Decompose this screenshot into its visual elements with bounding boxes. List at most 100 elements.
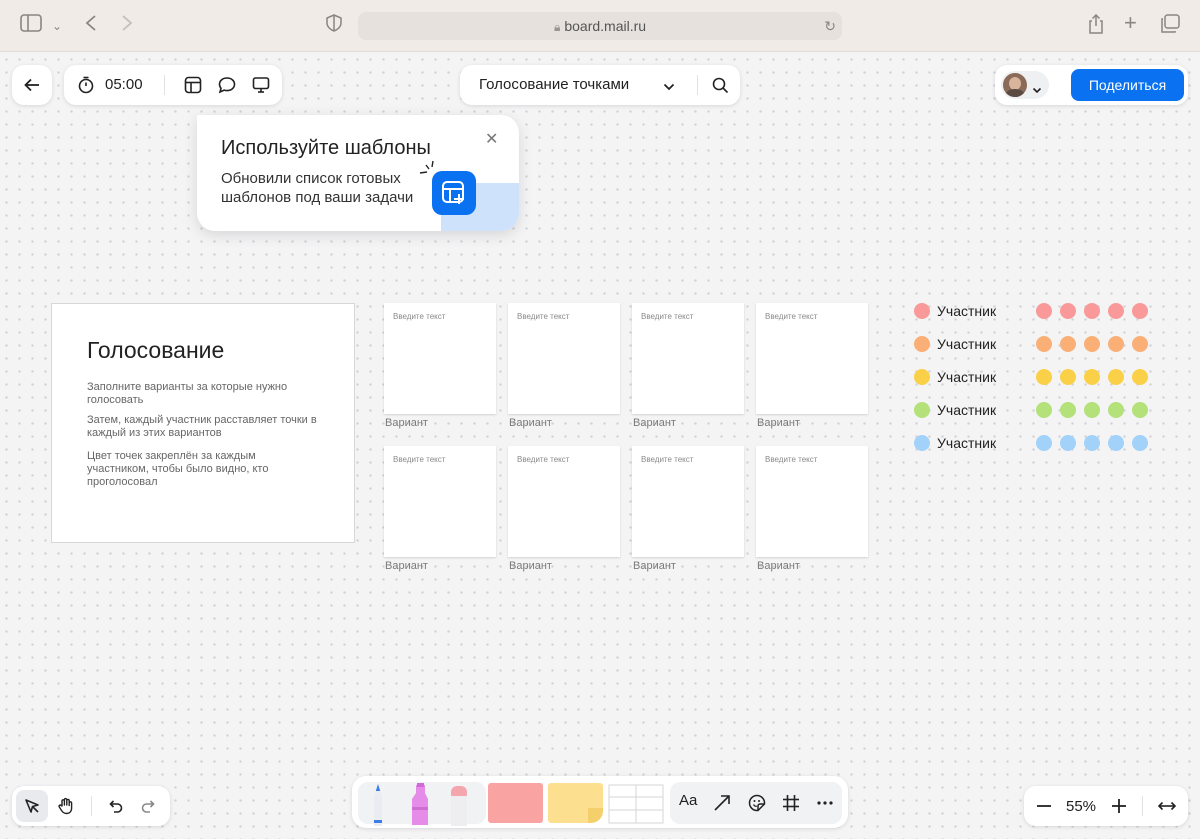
lock-icon: 🔒︎	[553, 20, 561, 34]
back-nav-icon[interactable]	[84, 14, 98, 38]
variant-card[interactable]: Введите текст	[508, 446, 620, 557]
vote-dot[interactable]	[1108, 402, 1124, 418]
timer-icon[interactable]	[72, 71, 100, 99]
add-template-icon	[432, 171, 476, 215]
variant-label: Вариант	[633, 417, 676, 429]
back-button[interactable]	[12, 65, 52, 105]
vote-dot[interactable]	[1036, 369, 1052, 385]
new-tab-icon[interactable]: +	[1124, 11, 1137, 35]
participant-name: Участник	[937, 303, 997, 319]
sidebar-toggle-icon[interactable]	[20, 14, 42, 38]
card-placeholder: Введите текст	[517, 312, 570, 321]
variant-card[interactable]: Введите текст	[632, 303, 744, 414]
vote-dot[interactable]	[1060, 402, 1076, 418]
comments-icon[interactable]	[213, 71, 241, 99]
card-placeholder: Введите текст	[641, 455, 694, 464]
frame-icon[interactable]	[777, 789, 805, 817]
vote-dot[interactable]	[1084, 435, 1100, 451]
board-canvas[interactable]: 05:00 Голосование точками Поделиться Исп…	[0, 53, 1200, 839]
vote-dot[interactable]	[1036, 402, 1052, 418]
hand-icon[interactable]	[52, 792, 80, 820]
text-tool[interactable]: Aa	[679, 792, 697, 809]
address-bar[interactable]: 🔒︎ board.mail.ru ↻	[358, 12, 842, 40]
chevron-down-icon[interactable]	[663, 78, 675, 96]
templates-icon[interactable]	[179, 71, 207, 99]
eraser-tool-icon[interactable]	[446, 782, 472, 826]
vote-dot[interactable]	[1108, 435, 1124, 451]
presentation-icon[interactable]	[247, 71, 275, 99]
vote-dot[interactable]	[1132, 336, 1148, 352]
more-icon[interactable]	[811, 789, 839, 817]
vote-dot[interactable]	[1060, 435, 1076, 451]
divider	[697, 75, 698, 95]
variant-card[interactable]: Введите текст	[756, 446, 868, 557]
card-placeholder: Введите текст	[765, 312, 818, 321]
voting-description-1: Заполните варианты за которые нужно голо…	[87, 381, 288, 406]
variant-label: Вариант	[509, 417, 552, 429]
vote-dot[interactable]	[1132, 369, 1148, 385]
vote-dot[interactable]	[1084, 402, 1100, 418]
zoom-level[interactable]: 55%	[1066, 798, 1096, 815]
vote-dot[interactable]	[1108, 369, 1124, 385]
vote-dot[interactable]	[1060, 303, 1076, 319]
variant-card[interactable]: Введите текст	[632, 446, 744, 557]
vote-dot[interactable]	[1108, 303, 1124, 319]
undo-icon[interactable]	[101, 792, 129, 820]
vote-dot[interactable]	[1132, 402, 1148, 418]
board-title[interactable]: Голосование точками	[479, 76, 629, 93]
card-placeholder: Введите текст	[517, 455, 570, 464]
zoom-out-icon[interactable]	[1030, 792, 1058, 820]
divider	[1142, 796, 1143, 816]
share-sheet-icon[interactable]	[1088, 13, 1104, 40]
reload-icon[interactable]: ↻	[824, 12, 836, 40]
voting-description-3: Цвет точек закреплён за каждым участнико…	[87, 450, 269, 488]
card-placeholder: Введите текст	[641, 312, 694, 321]
vote-dot[interactable]	[1108, 336, 1124, 352]
pen-tool-icon[interactable]	[367, 782, 389, 826]
chevron-down-icon[interactable]: ⌄	[52, 14, 62, 38]
variant-card[interactable]: Введите текст	[384, 446, 496, 557]
vote-dot[interactable]	[1060, 336, 1076, 352]
participant-name: Участник	[937, 435, 997, 451]
vote-dot[interactable]	[1060, 369, 1076, 385]
url-text: board.mail.ru	[564, 18, 647, 34]
sticker-icon[interactable]	[743, 789, 771, 817]
vote-dot[interactable]	[1084, 303, 1100, 319]
voting-description-2: Затем, каждый участник расставляет точки…	[87, 414, 317, 439]
share-button[interactable]: Поделиться	[1071, 69, 1184, 101]
variant-card[interactable]: Введите текст	[508, 303, 620, 414]
avatar	[1003, 73, 1027, 97]
voting-info-card[interactable]: Голосование Заполните варианты за которы…	[51, 303, 355, 543]
arrow-tool-icon[interactable]	[708, 789, 736, 817]
vote-dot[interactable]	[1036, 435, 1052, 451]
variant-card[interactable]: Введите текст	[756, 303, 868, 414]
forward-nav-icon[interactable]	[120, 14, 134, 38]
card-placeholder: Введите текст	[393, 312, 446, 321]
variant-label: Вариант	[757, 417, 800, 429]
select-tool[interactable]	[16, 790, 48, 822]
variant-label: Вариант	[509, 560, 552, 572]
sticky-note-red-tool[interactable]	[488, 783, 543, 823]
vote-dot[interactable]	[1132, 435, 1148, 451]
search-icon[interactable]	[706, 71, 734, 99]
marker-tool-icon[interactable]	[406, 781, 434, 825]
zoom-in-icon[interactable]	[1105, 792, 1133, 820]
timer-value[interactable]: 05:00	[105, 76, 143, 93]
tabs-overview-icon[interactable]	[1160, 14, 1180, 40]
shield-icon[interactable]	[326, 14, 342, 38]
arrow-left-icon	[18, 71, 46, 99]
table-tool-icon[interactable]	[608, 784, 664, 824]
participant-color-dot	[914, 369, 930, 385]
variant-card[interactable]: Введите текст	[384, 303, 496, 414]
fit-width-icon[interactable]	[1153, 792, 1181, 820]
vote-dot[interactable]	[1084, 336, 1100, 352]
variant-label: Вариант	[385, 560, 428, 572]
close-icon[interactable]: ✕	[485, 129, 498, 149]
user-menu[interactable]	[1001, 71, 1049, 99]
redo-icon[interactable]	[135, 792, 163, 820]
participant-color-dot	[914, 435, 930, 451]
vote-dot[interactable]	[1084, 369, 1100, 385]
vote-dot[interactable]	[1132, 303, 1148, 319]
vote-dot[interactable]	[1036, 336, 1052, 352]
vote-dot[interactable]	[1036, 303, 1052, 319]
